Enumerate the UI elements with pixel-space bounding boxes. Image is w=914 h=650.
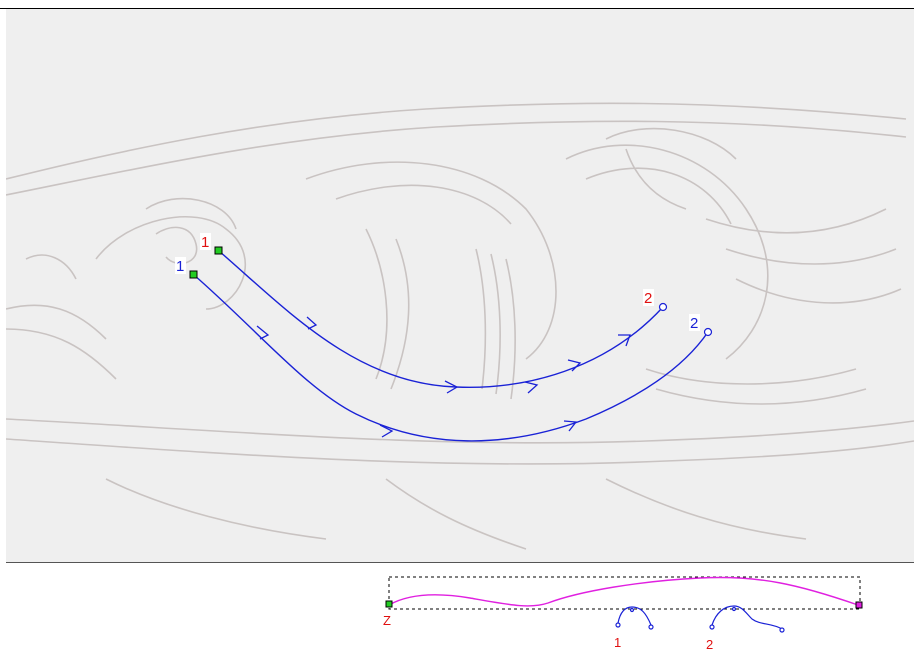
toolbar-divider — [0, 0, 914, 9]
motion-path-2[interactable] — [193, 274, 709, 442]
motion-path-1[interactable] — [218, 250, 664, 388]
timing-key-1-label: 1 — [614, 635, 621, 650]
timing-panel: Z 1 2 — [0, 563, 914, 650]
path-1-end-handle[interactable] — [658, 302, 668, 312]
direction-arrows-path-1 — [306, 316, 631, 394]
drawing-canvas[interactable]: 1 1 2 2 — [6, 9, 914, 563]
path-1-start-handle[interactable] — [214, 246, 223, 255]
timing-svg: Z 1 2 — [383, 576, 863, 650]
timing-key-2-glyph[interactable] — [709, 605, 785, 633]
path-2-end-handle[interactable] — [703, 327, 713, 337]
timing-key-2-label: 2 — [706, 637, 713, 650]
timing-start-handle[interactable] — [385, 600, 393, 608]
motion-path-editor: 1 1 2 2 Z 1 2 — [0, 0, 914, 650]
timing-end-handle[interactable] — [855, 601, 863, 609]
background-sketch — [6, 102, 914, 550]
timing-curve[interactable] — [388, 576, 859, 607]
path-1-start-label: 1 — [201, 234, 209, 251]
path-2-start-handle[interactable] — [189, 270, 198, 279]
path-2-start-label: 1 — [176, 258, 184, 275]
path-1-end-label: 2 — [644, 290, 652, 307]
canvas-svg: 1 1 2 2 — [6, 102, 914, 550]
timing-start-label: Z — [383, 613, 391, 628]
timing-key-1-glyph[interactable] — [615, 606, 654, 630]
path-2-end-label: 2 — [690, 315, 698, 332]
timing-selection-box[interactable] — [388, 576, 861, 610]
